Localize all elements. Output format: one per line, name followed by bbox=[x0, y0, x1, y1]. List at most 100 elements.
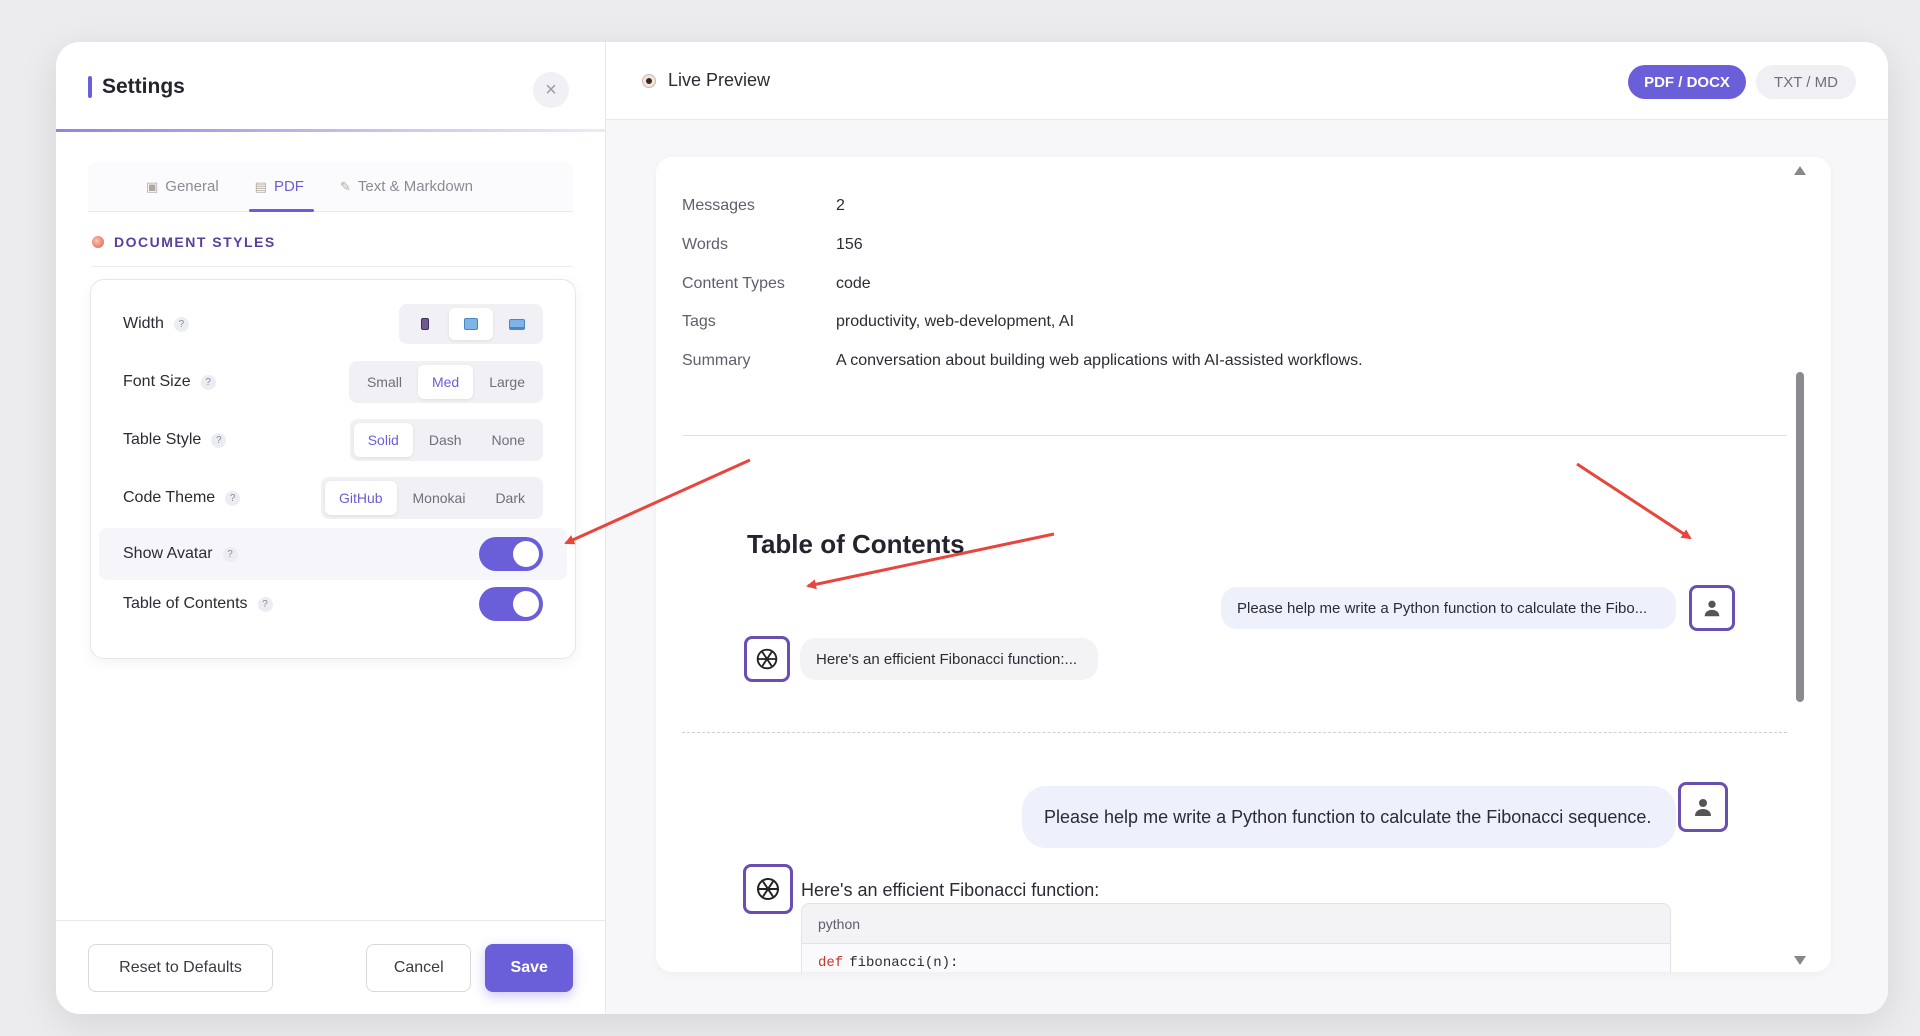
title-accent-bar bbox=[88, 76, 92, 98]
table-style-label: Table Style bbox=[123, 431, 202, 448]
tablet-icon bbox=[464, 318, 478, 330]
toc-toggle[interactable] bbox=[479, 587, 543, 621]
code-theme-monokai[interactable]: Monokai bbox=[399, 481, 480, 515]
meta-row: Tags productivity, web-development, AI bbox=[682, 313, 1074, 331]
meta-key: Words bbox=[682, 236, 728, 253]
toc-label: Table of Contents bbox=[123, 595, 248, 612]
format-txt-md-button[interactable]: TXT / MD bbox=[1756, 65, 1856, 99]
person-icon bbox=[1695, 799, 1711, 816]
scroll-up-arrow-icon[interactable] bbox=[1794, 166, 1806, 175]
meta-value: 156 bbox=[836, 236, 863, 253]
tab-text-markdown[interactable]: ✎ Text & Markdown bbox=[322, 162, 491, 211]
openai-logo-icon bbox=[757, 878, 779, 900]
eye-icon bbox=[642, 73, 656, 88]
meta-value: A conversation about building web applic… bbox=[836, 352, 1363, 369]
help-icon[interactable]: ? bbox=[225, 490, 241, 506]
font-size-selector: Small Med Large bbox=[348, 361, 543, 403]
code-language-label: python bbox=[802, 904, 1670, 944]
ai-avatar-icon bbox=[744, 636, 790, 682]
meta-key: Summary bbox=[682, 352, 751, 369]
palette-icon bbox=[92, 236, 104, 248]
desktop-width-button[interactable] bbox=[495, 308, 539, 340]
show-avatar-row: Show Avatar ? bbox=[99, 528, 567, 580]
toc-heading: Table of Contents bbox=[747, 529, 965, 559]
document-icon: ▤ bbox=[254, 178, 267, 194]
ai-message-text: Here's an efficient Fibonacci function: bbox=[801, 880, 1100, 900]
code-line: def fibonacci(n): bbox=[802, 952, 1670, 972]
cancel-button[interactable]: Cancel bbox=[366, 943, 472, 992]
show-avatar-toggle[interactable] bbox=[479, 537, 543, 571]
format-pdf-docx-button[interactable]: PDF / DOCX bbox=[1628, 65, 1746, 99]
help-icon[interactable]: ? bbox=[257, 596, 273, 612]
meta-row: Messages 2 bbox=[682, 197, 845, 215]
clipboard-icon: ▣ bbox=[146, 178, 159, 194]
code-theme-selector: GitHub Monokai Dark bbox=[320, 477, 543, 519]
document-styles-card: Width ? Font Size ? Small Med Large Tabl… bbox=[90, 279, 576, 659]
settings-panel: Settings × ▣ General ▤ PDF ✎ Text & Mark… bbox=[56, 42, 606, 1014]
help-icon[interactable]: ? bbox=[200, 374, 216, 390]
close-icon[interactable]: × bbox=[533, 72, 569, 108]
meta-value: 2 bbox=[836, 197, 845, 214]
section-heading: DOCUMENT STYLES bbox=[92, 234, 573, 267]
reset-defaults-button[interactable]: Reset to Defaults bbox=[88, 943, 274, 992]
user-avatar-icon bbox=[1678, 782, 1728, 832]
section-divider bbox=[682, 435, 1787, 436]
document-preview[interactable]: Messages 2 Words 156 Content Types code … bbox=[656, 157, 1831, 972]
tablet-width-button[interactable] bbox=[449, 308, 493, 340]
tab-label: Text & Markdown bbox=[357, 178, 473, 195]
settings-modal: Settings × ▣ General ▤ PDF ✎ Text & Mark… bbox=[56, 42, 1888, 1014]
desktop-icon bbox=[509, 318, 525, 330]
preview-panel: Live Preview PDF / DOCX TXT / MD Message… bbox=[606, 42, 1888, 1014]
width-row: Width ? bbox=[91, 298, 575, 350]
code-theme-dark[interactable]: Dark bbox=[481, 481, 539, 515]
settings-header: Settings × bbox=[56, 42, 605, 132]
font-size-large[interactable]: Large bbox=[475, 365, 539, 399]
help-icon[interactable]: ? bbox=[173, 316, 189, 332]
meta-key: Content Types bbox=[682, 275, 785, 292]
help-icon[interactable]: ? bbox=[211, 432, 227, 448]
code-theme-github[interactable]: GitHub bbox=[324, 481, 397, 515]
tab-label: PDF bbox=[273, 178, 304, 195]
tab-pdf[interactable]: ▤ PDF bbox=[237, 162, 322, 212]
openai-logo-icon bbox=[756, 648, 778, 670]
user-avatar-icon bbox=[1689, 585, 1735, 631]
font-size-row: Font Size ? Small Med Large bbox=[91, 356, 575, 408]
mobile-width-button[interactable] bbox=[403, 308, 447, 340]
code-keyword: def bbox=[818, 955, 844, 971]
code-theme-label: Code Theme bbox=[123, 489, 216, 506]
font-size-med[interactable]: Med bbox=[417, 365, 474, 399]
meta-value: code bbox=[836, 275, 871, 292]
preview-title: Live Preview bbox=[668, 70, 771, 90]
font-size-label: Font Size bbox=[123, 373, 191, 390]
table-style-dash[interactable]: Dash bbox=[415, 423, 476, 457]
save-button[interactable]: Save bbox=[485, 943, 573, 992]
meta-row: Content Types code bbox=[682, 275, 871, 293]
section-label: DOCUMENT STYLES bbox=[114, 234, 276, 250]
scroll-down-arrow-icon[interactable] bbox=[1794, 956, 1806, 965]
width-label: Width bbox=[123, 315, 164, 332]
preview-scrollbar[interactable] bbox=[1796, 372, 1804, 702]
meta-value: productivity, web-development, AI bbox=[836, 313, 1075, 330]
mobile-icon bbox=[421, 318, 429, 330]
code-theme-row: Code Theme ? GitHub Monokai Dark bbox=[91, 472, 575, 524]
toc-user-message[interactable]: Please help me write a Python function t… bbox=[1221, 587, 1676, 629]
width-selector bbox=[399, 304, 543, 344]
font-size-small[interactable]: Small bbox=[353, 365, 416, 399]
code-block: python def fibonacci(n): bbox=[801, 903, 1671, 972]
settings-tabs: ▣ General ▤ PDF ✎ Text & Markdown bbox=[88, 162, 573, 212]
help-icon[interactable]: ? bbox=[222, 546, 238, 562]
table-style-none[interactable]: None bbox=[478, 423, 539, 457]
code-text: fibonacci(n): bbox=[849, 955, 959, 971]
toc-row: Table of Contents ? bbox=[91, 578, 575, 630]
table-style-solid[interactable]: Solid bbox=[353, 423, 413, 457]
dashed-divider bbox=[682, 732, 1787, 733]
ai-avatar-icon bbox=[743, 864, 793, 914]
toc-ai-message[interactable]: Here's an efficient Fibonacci function:.… bbox=[800, 638, 1098, 680]
preview-header: Live Preview PDF / DOCX TXT / MD bbox=[606, 42, 1888, 120]
tab-label: General bbox=[165, 178, 219, 195]
meta-row: Summary A conversation about building we… bbox=[682, 352, 1363, 370]
user-message-bubble: Please help me write a Python function t… bbox=[1022, 786, 1676, 848]
tab-general[interactable]: ▣ General bbox=[128, 162, 237, 211]
settings-footer: Reset to Defaults Cancel Save bbox=[56, 920, 605, 1014]
meta-row: Words 156 bbox=[682, 236, 863, 254]
